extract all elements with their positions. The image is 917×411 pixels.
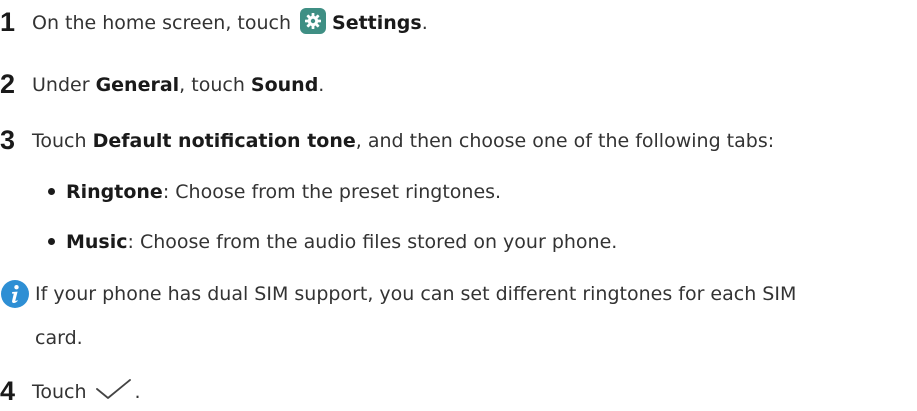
checkmark-icon — [95, 379, 131, 399]
step-number: 4 — [0, 376, 16, 406]
step-4: 4 Touch. — [0, 376, 141, 406]
step-number: 2 — [0, 69, 16, 99]
note-line-2: card. — [35, 327, 83, 349]
step-2: 2 Under General, touch Sound. — [0, 69, 325, 99]
bullet-dot — [48, 238, 55, 245]
general-label: General — [95, 74, 180, 96]
bullet-text: : Choose from the audio files stored on … — [127, 231, 618, 253]
step-3: 3 Touch Default notification tone, and th… — [0, 125, 775, 155]
step-text: Under — [32, 74, 96, 96]
step-text: , touch — [179, 74, 251, 96]
step-text: On the home screen, touch — [32, 12, 292, 34]
step-text: Touch — [32, 130, 93, 152]
bullet-music: Music: Choose from the audio files store… — [66, 230, 617, 254]
step-number: 1 — [0, 7, 16, 37]
note-line-1: If your phone has dual SIM support, you … — [35, 283, 797, 305]
default-notification-tone-label: Default notification tone — [92, 130, 356, 152]
music-label: Music — [66, 231, 128, 253]
step-punct: . — [134, 381, 141, 403]
bullet-dot — [48, 188, 55, 195]
step-punct: . — [421, 12, 428, 34]
step-1: 1 On the home screen, touch Settings. — [0, 7, 428, 37]
step-text: , and then choose one of the following t… — [355, 130, 775, 152]
bullet-text: : Choose from the preset ringtones. — [162, 181, 502, 203]
ringtone-label: Ringtone — [66, 181, 163, 203]
bullet-ringtone: Ringtone: Choose from the preset rington… — [66, 180, 501, 204]
settings-label: Settings — [332, 12, 422, 34]
step-punct: . — [318, 74, 325, 96]
settings-gear-icon — [300, 8, 327, 34]
info-icon — [1, 280, 29, 308]
step-text: Touch — [32, 381, 87, 403]
sound-label: Sound — [250, 74, 319, 96]
step-number: 3 — [0, 125, 16, 155]
